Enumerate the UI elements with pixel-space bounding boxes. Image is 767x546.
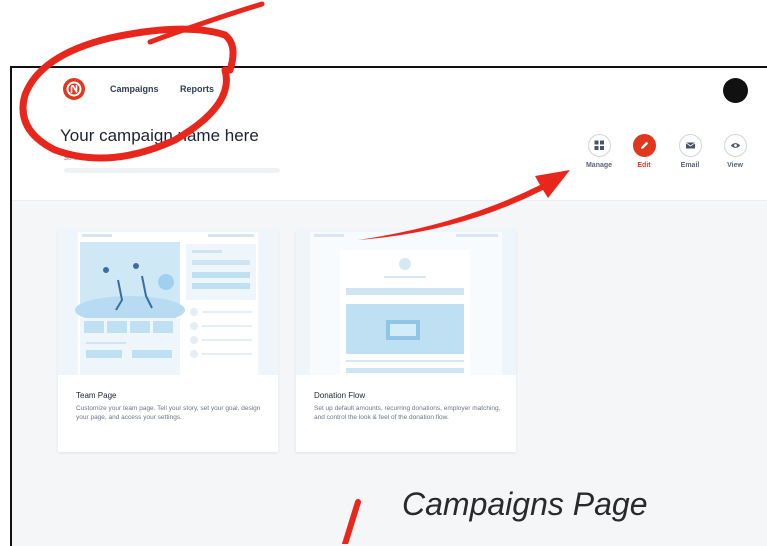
pencil-icon (632, 134, 656, 157)
nav-campaigns-link[interactable]: Campaigns (110, 84, 159, 94)
donation-flow-description: Set up default amounts, recurring donati… (314, 405, 501, 421)
view-button[interactable]: View (715, 134, 755, 169)
campaign-header: Your campaign name here $0 of $500 Goal … (12, 110, 767, 201)
eye-icon (723, 134, 747, 157)
campaign-name: Your campaign name here (60, 126, 259, 145)
email-label: Email (680, 162, 700, 169)
app-window: Campaigns Reports Your campaign name her… (10, 66, 767, 546)
brand-logo-icon[interactable] (63, 78, 85, 100)
nav-reports-link[interactable]: Reports (180, 84, 214, 94)
donation-flow-thumbnail (296, 230, 516, 375)
donation-flow-card[interactable]: Donation Flow Set up default amounts, re… (296, 230, 516, 452)
top-navigation-bar: Campaigns Reports (12, 68, 767, 110)
envelope-icon (678, 134, 702, 157)
user-avatar[interactable] (723, 78, 748, 103)
edit-button[interactable]: Edit (624, 134, 664, 169)
team-page-description: Customize your team page. Tell your stor… (76, 405, 261, 421)
grid-icon (587, 134, 611, 157)
team-page-title: Team Page (76, 391, 117, 400)
manage-button[interactable]: Manage (579, 134, 619, 169)
edit-label: Edit (637, 162, 651, 169)
donation-flow-title: Donation Flow (314, 391, 366, 400)
campaign-progress-bar (64, 168, 280, 173)
view-label: View (727, 162, 743, 169)
manage-label: Manage (585, 162, 613, 169)
email-button[interactable]: Email (670, 134, 710, 169)
annotation-red-circle-tail (147, 1, 265, 45)
team-page-thumbnail (58, 230, 278, 375)
campaign-progress-text: $0 of $500 Goal (64, 155, 114, 162)
team-page-card[interactable]: Team Page Customize your team page. Tell… (58, 230, 278, 452)
annotation-caption: Campaigns Page (402, 486, 648, 522)
